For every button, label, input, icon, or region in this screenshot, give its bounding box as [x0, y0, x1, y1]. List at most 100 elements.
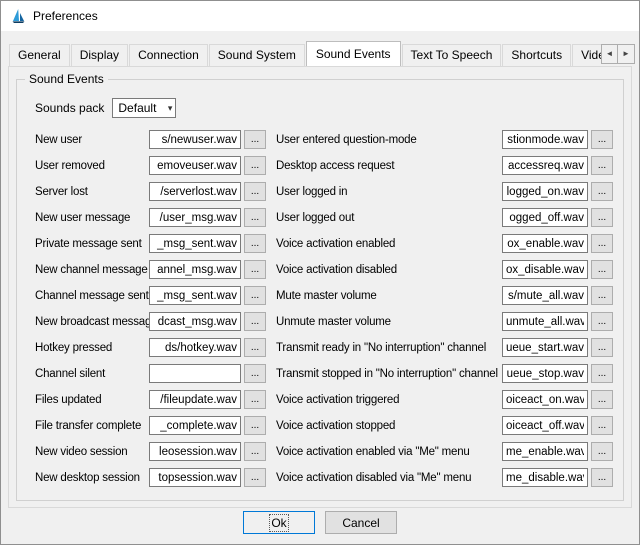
browse-button[interactable]: ... [591, 312, 613, 331]
sound-file-input[interactable] [149, 130, 241, 149]
sound-file-input[interactable] [502, 208, 588, 227]
browse-button[interactable]: ... [244, 156, 266, 175]
sound-event-row-new-user: New user... [35, 130, 266, 149]
sound-file-input[interactable] [502, 338, 588, 357]
sound-file-input[interactable] [149, 312, 241, 331]
sound-events-groupbox: Sound Events Sounds pack Default ▾ New u… [16, 79, 624, 501]
sound-event-row-hotkey-pressed: Hotkey pressed... [35, 338, 266, 357]
sounds-pack-value: Default [118, 101, 156, 115]
sounds-pack-select[interactable]: Default ▾ [112, 98, 176, 118]
sound-file-input[interactable] [149, 390, 241, 409]
browse-button[interactable]: ... [591, 208, 613, 227]
sound-file-input[interactable] [502, 390, 588, 409]
browse-button[interactable]: ... [244, 416, 266, 435]
browse-button[interactable]: ... [244, 364, 266, 383]
sound-event-label: Hotkey pressed [35, 342, 149, 354]
browse-button[interactable]: ... [244, 286, 266, 305]
sound-file-input[interactable] [502, 182, 588, 201]
sound-file-input[interactable] [149, 364, 241, 383]
sound-file-input[interactable] [149, 468, 241, 487]
app-icon [10, 8, 26, 24]
sound-file-input[interactable] [502, 286, 588, 305]
sound-event-row-new-broadcast-message: New broadcast message... [35, 312, 266, 331]
sound-file-input[interactable] [149, 182, 241, 201]
sound-file-input[interactable] [149, 416, 241, 435]
sound-event-row-mute-master-volume: Mute master volume... [276, 286, 613, 305]
sound-event-row-transmit-stopped-in-no-interruption-channel: Transmit stopped in "No interruption" ch… [276, 364, 613, 383]
window-title: Preferences [33, 9, 98, 23]
tab-scroll-left-button[interactable]: ◄ [601, 44, 618, 64]
sound-event-label: New video session [35, 446, 149, 458]
sound-event-label: New user [35, 134, 149, 146]
browse-button[interactable]: ... [244, 468, 266, 487]
sound-file-input[interactable] [502, 156, 588, 175]
sound-file-input[interactable] [502, 312, 588, 331]
sound-file-input[interactable] [149, 442, 241, 461]
sound-file-input[interactable] [502, 442, 588, 461]
browse-button[interactable]: ... [244, 260, 266, 279]
browse-button[interactable]: ... [591, 442, 613, 461]
sound-file-input[interactable] [149, 260, 241, 279]
browse-button[interactable]: ... [591, 416, 613, 435]
tab-text-to-speech[interactable]: Text To Speech [402, 44, 502, 66]
sound-file-input[interactable] [502, 130, 588, 149]
sound-event-row-voice-activation-disabled-via-me-menu: Voice activation disabled via "Me" menu.… [276, 468, 613, 487]
sound-event-row-new-user-message: New user message... [35, 208, 266, 227]
browse-button[interactable]: ... [244, 182, 266, 201]
browse-button[interactable]: ... [591, 286, 613, 305]
sound-event-row-voice-activation-stopped: Voice activation stopped... [276, 416, 613, 435]
sound-file-input[interactable] [149, 338, 241, 357]
sound-event-label: Voice activation enabled via "Me" menu [276, 446, 502, 458]
browse-button[interactable]: ... [591, 260, 613, 279]
browse-button[interactable]: ... [244, 338, 266, 357]
tab-general[interactable]: General [9, 44, 70, 66]
tab-display[interactable]: Display [71, 44, 128, 66]
browse-button[interactable]: ... [591, 390, 613, 409]
sound-file-input[interactable] [149, 208, 241, 227]
tab-shortcuts[interactable]: Shortcuts [502, 44, 571, 66]
sound-event-row-new-video-session: New video session... [35, 442, 266, 461]
sound-event-row-server-lost: Server lost... [35, 182, 266, 201]
sound-file-input[interactable] [502, 234, 588, 253]
browse-button[interactable]: ... [244, 130, 266, 149]
sound-event-columns: New user...User removed...Server lost...… [35, 130, 613, 487]
sound-event-row-user-logged-out: User logged out... [276, 208, 613, 227]
sound-file-input[interactable] [502, 416, 588, 435]
sound-event-row-voice-activation-enabled: Voice activation enabled... [276, 234, 613, 253]
browse-button[interactable]: ... [591, 182, 613, 201]
sound-event-label: User removed [35, 160, 149, 172]
browse-button[interactable]: ... [591, 234, 613, 253]
sound-file-input[interactable] [149, 156, 241, 175]
browse-button[interactable]: ... [244, 312, 266, 331]
sound-event-row-channel-message-sent: Channel message sent... [35, 286, 266, 305]
sound-file-input[interactable] [502, 364, 588, 383]
tab-sound-events[interactable]: Sound Events [306, 41, 401, 66]
tab-sound-system[interactable]: Sound System [209, 44, 305, 66]
browse-button[interactable]: ... [591, 468, 613, 487]
browse-button[interactable]: ... [244, 208, 266, 227]
sound-event-row-voice-activation-enabled-via-me-menu: Voice activation enabled via "Me" menu..… [276, 442, 613, 461]
sound-events-panel: Sound Events Sounds pack Default ▾ New u… [8, 66, 632, 508]
browse-button[interactable]: ... [591, 338, 613, 357]
browse-button[interactable]: ... [591, 156, 613, 175]
sound-file-input[interactable] [502, 260, 588, 279]
ok-button[interactable]: Ok [243, 511, 315, 534]
tab-connection[interactable]: Connection [129, 44, 208, 66]
tab-scroll-right-button[interactable]: ► [618, 44, 635, 64]
browse-button[interactable]: ... [591, 130, 613, 149]
tab-scroll-buttons: ◄ ► [601, 44, 635, 64]
sound-file-input[interactable] [149, 286, 241, 305]
sound-event-row-voice-activation-disabled: Voice activation disabled... [276, 260, 613, 279]
dialog-footer: Ok Cancel [1, 511, 639, 534]
sound-event-label: Voice activation triggered [276, 394, 502, 406]
sound-file-input[interactable] [502, 468, 588, 487]
browse-button[interactable]: ... [591, 364, 613, 383]
sound-file-input[interactable] [149, 234, 241, 253]
sound-event-label: New desktop session [35, 472, 149, 484]
browse-button[interactable]: ... [244, 442, 266, 461]
sound-event-label: Unmute master volume [276, 316, 502, 328]
titlebar: Preferences [1, 1, 639, 31]
browse-button[interactable]: ... [244, 390, 266, 409]
cancel-button[interactable]: Cancel [325, 511, 397, 534]
browse-button[interactable]: ... [244, 234, 266, 253]
